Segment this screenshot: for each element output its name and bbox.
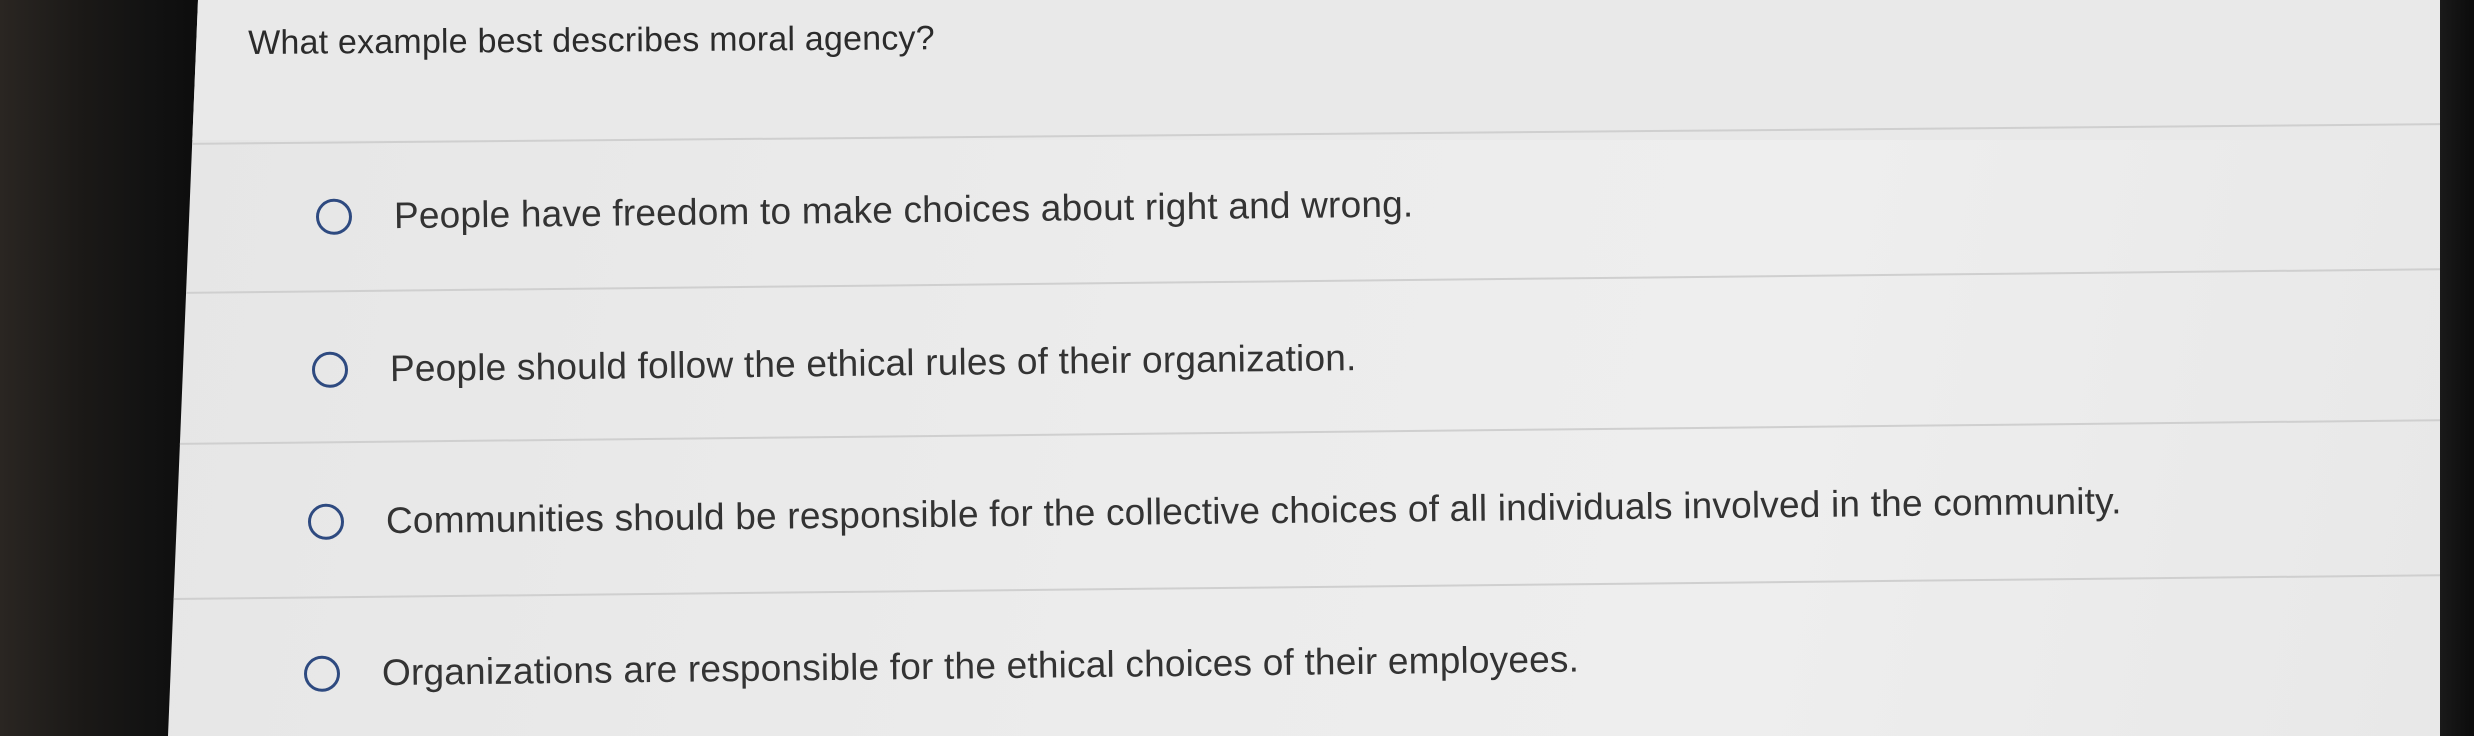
answer-option-label: Communities should be responsible for th… bbox=[385, 480, 2122, 542]
radio-button-icon[interactable] bbox=[307, 503, 345, 540]
divider bbox=[168, 266, 2440, 294]
radio-button-icon[interactable] bbox=[311, 351, 349, 388]
divider bbox=[168, 417, 2440, 445]
divider bbox=[168, 572, 2440, 600]
question-text: What example best describes moral agency… bbox=[248, 19, 935, 62]
device-bezel-left bbox=[0, 0, 200, 736]
device-bezel-right bbox=[2440, 0, 2474, 736]
answer-option-2[interactable]: People should follow the ethical rules o… bbox=[311, 337, 1357, 391]
answer-option-label: People have freedom to make choices abou… bbox=[393, 183, 1414, 237]
answer-option-1[interactable]: People have freedom to make choices abou… bbox=[315, 183, 1414, 238]
answer-option-4[interactable]: Organizations are responsible for the et… bbox=[303, 638, 1580, 695]
answer-option-label: People should follow the ethical rules o… bbox=[389, 337, 1357, 390]
radio-button-icon[interactable] bbox=[315, 198, 353, 235]
answer-option-3[interactable]: Communities should be responsible for th… bbox=[307, 480, 2122, 543]
question-header: What example best describes moral agency… bbox=[168, 0, 2440, 140]
quiz-screen: What example best describes moral agency… bbox=[168, 0, 2440, 736]
radio-button-icon[interactable] bbox=[303, 655, 341, 692]
answer-option-label: Organizations are responsible for the et… bbox=[381, 638, 1580, 694]
